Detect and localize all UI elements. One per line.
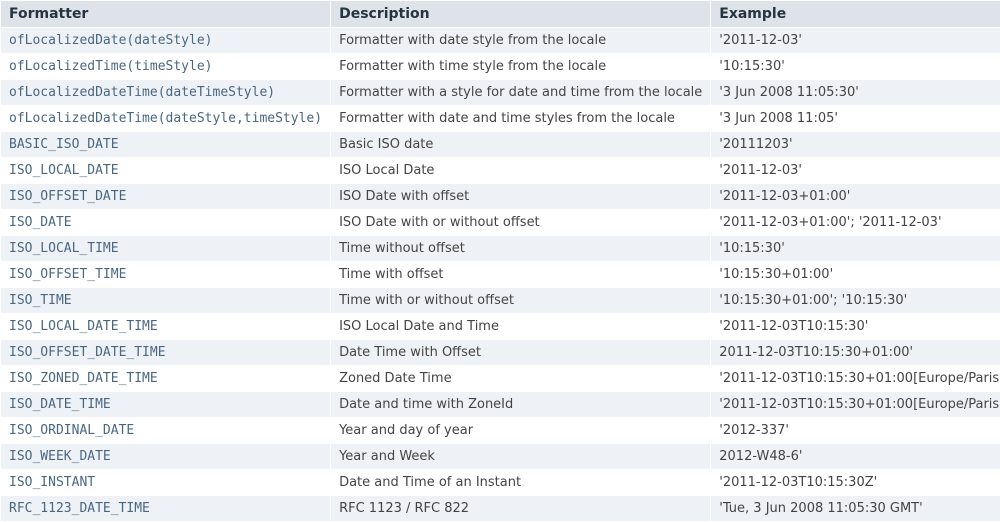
table-row: ISO_WEEK_DATEYear and Week2012-W48-6' (1, 444, 1000, 470)
cell-formatter: ISO_DATE_TIME (1, 392, 331, 418)
cell-description: Year and Week (331, 444, 711, 470)
cell-formatter: ISO_ZONED_DATE_TIME (1, 366, 331, 392)
cell-formatter: RFC_1123_DATE_TIME (1, 496, 331, 522)
table-row: ISO_INSTANTDate and Time of an Instant'2… (1, 470, 1000, 496)
table-row: ofLocalizedDate(dateStyle)Formatter with… (1, 28, 1000, 54)
table-header-row: Formatter Description Example (1, 1, 1000, 28)
cell-example: '2011-12-03' (711, 28, 1000, 54)
cell-example: '3 Jun 2008 11:05' (711, 106, 1000, 132)
cell-example: '2011-12-03+01:00'; '2011-12-03' (711, 210, 1000, 236)
cell-description: ISO Local Date and Time (331, 314, 711, 340)
table-row: ISO_OFFSET_DATE_TIMEDate Time with Offse… (1, 340, 1000, 366)
cell-description: Basic ISO date (331, 132, 711, 158)
cell-example: '2011-12-03T10:15:30Z' (711, 470, 1000, 496)
cell-description: ISO Local Date (331, 158, 711, 184)
cell-formatter: ISO_DATE (1, 210, 331, 236)
table-row: ISO_ORDINAL_DATEYear and day of year'201… (1, 418, 1000, 444)
cell-formatter: ISO_OFFSET_DATE_TIME (1, 340, 331, 366)
table-row: ISO_TIMETime with or without offset'10:1… (1, 288, 1000, 314)
table-row: ofLocalizedDateTime(dateStyle,timeStyle)… (1, 106, 1000, 132)
table-row: ISO_DATE_TIMEDate and time with ZoneId'2… (1, 392, 1000, 418)
cell-example: '2012-337' (711, 418, 1000, 444)
cell-example: 2011-12-03T10:15:30+01:00' (711, 340, 1000, 366)
cell-example: '20111203' (711, 132, 1000, 158)
cell-formatter: ISO_LOCAL_DATE (1, 158, 331, 184)
cell-description: ISO Date with offset (331, 184, 711, 210)
cell-example: 'Tue, 3 Jun 2008 11:05:30 GMT' (711, 496, 1000, 522)
cell-formatter: ISO_LOCAL_DATE_TIME (1, 314, 331, 340)
cell-formatter: ofLocalizedDate(dateStyle) (1, 28, 331, 54)
cell-description: Time with offset (331, 262, 711, 288)
table-row: RFC_1123_DATE_TIMERFC 1123 / RFC 822'Tue… (1, 496, 1000, 522)
cell-formatter: ISO_WEEK_DATE (1, 444, 331, 470)
cell-example: 2012-W48-6' (711, 444, 1000, 470)
cell-description: Date and Time of an Instant (331, 470, 711, 496)
cell-example: '10:15:30+01:00'; '10:15:30' (711, 288, 1000, 314)
col-header-description: Description (331, 1, 711, 28)
cell-formatter: ofLocalizedDateTime(dateTimeStyle) (1, 80, 331, 106)
cell-description: ISO Date with or without offset (331, 210, 711, 236)
cell-formatter: ISO_ORDINAL_DATE (1, 418, 331, 444)
cell-formatter: BASIC_ISO_DATE (1, 132, 331, 158)
cell-description: RFC 1123 / RFC 822 (331, 496, 711, 522)
cell-example: '2011-12-03T10:15:30+01:00[Europe/Paris]… (711, 392, 1000, 418)
table-row: BASIC_ISO_DATEBasic ISO date'20111203' (1, 132, 1000, 158)
col-header-example: Example (711, 1, 1000, 28)
cell-example: '10:15:30+01:00' (711, 262, 1000, 288)
table-row: ISO_ZONED_DATE_TIMEZoned Date Time'2011-… (1, 366, 1000, 392)
cell-formatter: ISO_OFFSET_TIME (1, 262, 331, 288)
cell-formatter: ISO_OFFSET_DATE (1, 184, 331, 210)
cell-formatter: ofLocalizedDateTime(dateStyle,timeStyle) (1, 106, 331, 132)
cell-formatter: ISO_INSTANT (1, 470, 331, 496)
cell-formatter: ofLocalizedTime(timeStyle) (1, 54, 331, 80)
cell-description: Formatter with date and time styles from… (331, 106, 711, 132)
cell-description: Date Time with Offset (331, 340, 711, 366)
formatter-table: Formatter Description Example ofLocalize… (0, 0, 1000, 522)
table-row: ofLocalizedDateTime(dateTimeStyle)Format… (1, 80, 1000, 106)
cell-description: Formatter with time style from the local… (331, 54, 711, 80)
cell-description: Time with or without offset (331, 288, 711, 314)
cell-example: '10:15:30' (711, 54, 1000, 80)
cell-description: Zoned Date Time (331, 366, 711, 392)
cell-example: '2011-12-03+01:00' (711, 184, 1000, 210)
cell-formatter: ISO_TIME (1, 288, 331, 314)
cell-description: Year and day of year (331, 418, 711, 444)
cell-description: Formatter with date style from the local… (331, 28, 711, 54)
table-row: ISO_LOCAL_TIMETime without offset'10:15:… (1, 236, 1000, 262)
cell-description: Time without offset (331, 236, 711, 262)
cell-example: '2011-12-03T10:15:30' (711, 314, 1000, 340)
table-row: ISO_OFFSET_DATEISO Date with offset'2011… (1, 184, 1000, 210)
cell-example: '2011-12-03' (711, 158, 1000, 184)
table-row: ISO_DATEISO Date with or without offset'… (1, 210, 1000, 236)
cell-example: '2011-12-03T10:15:30+01:00[Europe/Paris]… (711, 366, 1000, 392)
table-row: ISO_OFFSET_TIMETime with offset'10:15:30… (1, 262, 1000, 288)
table-row: ofLocalizedTime(timeStyle)Formatter with… (1, 54, 1000, 80)
col-header-formatter: Formatter (1, 1, 331, 28)
cell-description: Date and time with ZoneId (331, 392, 711, 418)
cell-example: '10:15:30' (711, 236, 1000, 262)
table-row: ISO_LOCAL_DATE_TIMEISO Local Date and Ti… (1, 314, 1000, 340)
cell-description: Formatter with a style for date and time… (331, 80, 711, 106)
table-row: ISO_LOCAL_DATEISO Local Date'2011-12-03' (1, 158, 1000, 184)
cell-example: '3 Jun 2008 11:05:30' (711, 80, 1000, 106)
cell-formatter: ISO_LOCAL_TIME (1, 236, 331, 262)
